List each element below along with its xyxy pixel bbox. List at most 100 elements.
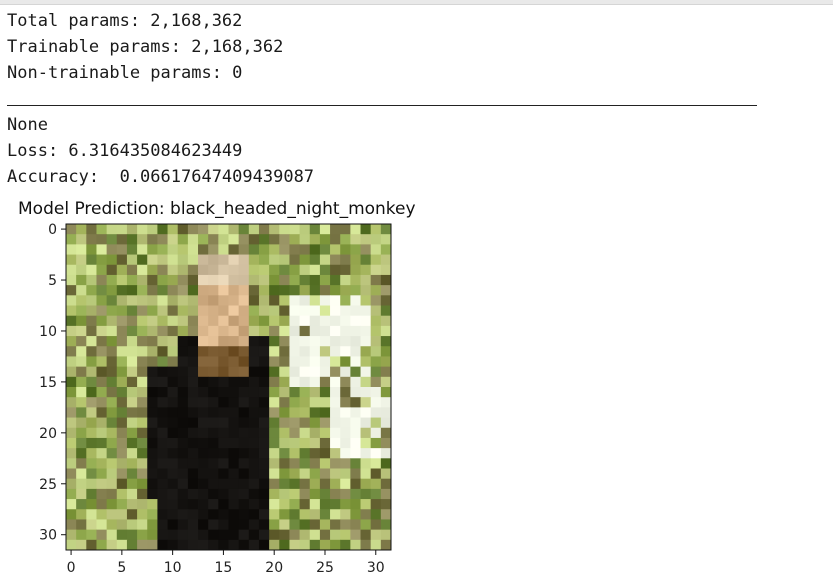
image-pixel [248, 305, 260, 317]
image-pixel [147, 387, 158, 398]
image-pixel [360, 458, 372, 469]
image-pixel [238, 519, 250, 531]
image-pixel [370, 305, 382, 317]
image-pixel [248, 356, 260, 368]
image-pixel [258, 478, 270, 490]
image-pixel [96, 366, 108, 378]
image-pixel [157, 448, 168, 459]
image-pixel [106, 529, 118, 541]
image-pixel [350, 325, 361, 337]
image-pixel [248, 264, 260, 276]
image-pixel [228, 274, 240, 286]
image-pixel [340, 468, 351, 480]
image-pixel [106, 437, 118, 449]
image-pixel [106, 499, 118, 510]
image-pixel [86, 417, 97, 429]
image-pixel [177, 305, 189, 317]
image-pixel [228, 417, 240, 429]
image-pixel [187, 315, 199, 327]
y-tick-label: 30 [39, 528, 57, 544]
image-pixel [66, 366, 77, 378]
image-pixel [360, 437, 372, 449]
image-pixel [289, 254, 300, 266]
image-pixel [218, 427, 229, 439]
image-pixel [157, 458, 168, 469]
image-pixel [299, 468, 311, 480]
image-pixel [279, 254, 290, 266]
image-pixel [198, 509, 209, 520]
image-pixel [126, 478, 138, 490]
image-pixel [147, 234, 158, 245]
image-pixel [86, 285, 97, 296]
image-pixel [279, 387, 290, 398]
image-pixel [96, 539, 108, 551]
image-pixel [248, 366, 260, 378]
image-pixel [238, 417, 250, 429]
image-pixel [86, 254, 97, 266]
x-tick-label: 30 [367, 560, 385, 576]
image-pixel [289, 407, 300, 418]
image-pixel [177, 274, 189, 286]
image-pixel [106, 366, 118, 378]
image-pixel [360, 295, 372, 306]
image-pixel [258, 448, 270, 459]
image-pixel [309, 356, 321, 368]
image-pixel [279, 468, 290, 480]
image-pixel [96, 325, 108, 337]
image-pixel [187, 244, 199, 255]
image-pixel [350, 448, 361, 459]
image-pixel [370, 437, 382, 449]
image-pixel [86, 305, 97, 317]
image-pixel [106, 325, 118, 337]
image-pixel [198, 325, 209, 337]
image-pixel [167, 499, 179, 510]
image-pixel [187, 295, 199, 306]
image-pixel [238, 234, 250, 245]
image-pixel [370, 509, 382, 520]
image-pixel [106, 427, 118, 439]
image-pixel [116, 336, 128, 347]
image-pixel [289, 478, 300, 490]
image-pixel [218, 539, 229, 551]
image-pixel [198, 234, 209, 245]
image-pixel [147, 468, 158, 480]
image-pixel [218, 315, 229, 327]
image-pixel [269, 488, 280, 500]
image-pixel [228, 437, 240, 449]
image-pixel [96, 499, 108, 510]
image-pixel [319, 448, 331, 459]
image-pixel [289, 336, 300, 347]
image-pixel [147, 285, 158, 296]
image-pixel [370, 274, 382, 286]
image-pixel [76, 274, 87, 286]
image-pixel [177, 387, 189, 398]
image-pixel [187, 234, 199, 245]
image-pixel [147, 376, 158, 388]
image-pixel [66, 488, 77, 500]
image-pixel [106, 234, 118, 245]
image-pixel [350, 499, 361, 510]
image-pixel [269, 305, 280, 317]
image-pixel [76, 285, 87, 296]
image-pixel [116, 478, 128, 490]
image-pixel [147, 417, 158, 429]
image-pixel [370, 285, 382, 296]
image-pixel [137, 366, 148, 378]
image-pixel [137, 234, 148, 245]
image-pixel [319, 397, 331, 408]
image-pixel [86, 519, 97, 531]
image-pixel [157, 417, 168, 429]
image-pixel [319, 519, 331, 531]
image-pixel [96, 529, 108, 541]
image-pixel [299, 417, 311, 429]
image-pixel [198, 224, 209, 235]
image-pixel [96, 387, 108, 398]
image-pixel [147, 499, 158, 510]
image-pixel [167, 407, 179, 418]
image-pixel [319, 539, 331, 551]
image-pixel [269, 325, 280, 337]
image-pixel [116, 366, 128, 378]
image-pixel [340, 315, 351, 327]
image-pixel [279, 366, 290, 378]
image-pixel [340, 264, 351, 276]
